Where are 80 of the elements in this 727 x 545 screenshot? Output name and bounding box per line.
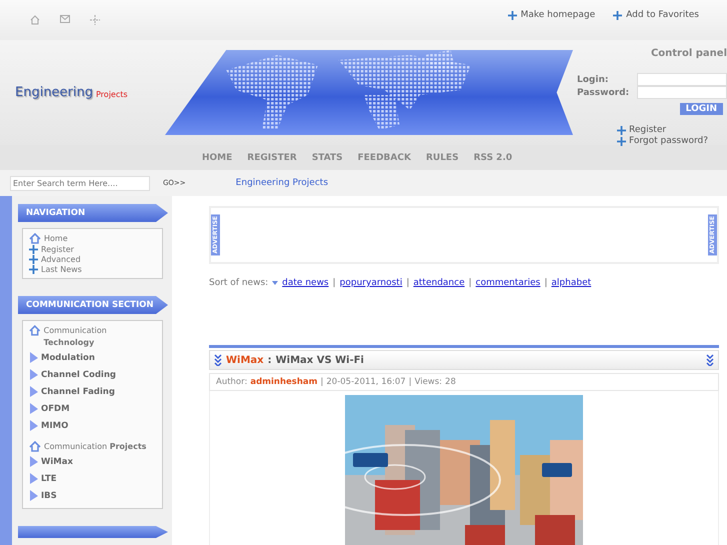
triangle-icon [29,473,38,484]
sort-link[interactable]: alphabet [551,278,592,288]
field-label: Login: [577,74,608,84]
sort-link[interactable]: date news [282,278,329,288]
menu-item[interactable]: FEEDBACK [358,152,411,162]
mail-icon[interactable] [60,15,70,23]
menu-item[interactable]: RULES [426,152,459,162]
separator: : [268,354,272,366]
triangle-icon [29,369,38,380]
plus-icon [29,255,38,264]
panel-title: Control panel [650,48,727,59]
plus-icon [613,10,622,20]
sidebar-link[interactable]: Channel Fading [41,386,115,396]
panel-link[interactable]: Register [629,125,666,136]
field-label: Password: [577,88,630,98]
menu-item[interactable]: HOME [202,152,232,162]
sort-link[interactable]: attendance [413,278,465,288]
meta-label: Author: [216,377,248,387]
login-button[interactable]: LOGIN [680,103,723,115]
house-icon [29,441,41,452]
plus-icon [508,10,517,20]
sidebar-link[interactable]: MIMO [41,420,68,430]
separator: | [332,278,336,288]
search-field[interactable]: Enter Search term Here.... [10,176,150,190]
triangle-icon [29,490,38,501]
sidebar-link[interactable]: WiMax [41,456,73,466]
top-link[interactable]: Make homepage [520,10,596,20]
top-link[interactable]: Add to Favorites [626,10,699,20]
triangle-icon [29,420,38,431]
plus-icon [29,245,38,254]
login-field[interactable] [637,73,727,86]
separator: | [468,278,472,288]
sidebar-link[interactable]: Last News [41,265,82,274]
sidebar-link[interactable]: Modulation [41,352,95,362]
crosshair-icon[interactable] [90,15,100,25]
chevrons-icon [706,354,714,366]
category-link[interactable]: WiMax [226,354,264,366]
plus-icon [617,126,626,135]
house-icon [29,325,41,336]
article-title[interactable]: WiMax VS Wi-Fi [276,354,364,366]
sidebar-link[interactable]: Channel Coding [41,370,116,380]
meta-label: Views: [414,377,442,387]
triangle-icon [29,403,38,414]
separator: | [320,377,324,387]
sidebar-link[interactable]: Register [41,245,74,254]
separator: | [544,278,548,288]
separator: | [408,377,412,387]
separator: | [406,278,410,288]
sort-link[interactable]: commentaries [476,278,540,288]
breadcrumb-link[interactable]: Engineering Projects [236,178,328,188]
logo-subtitle: Projects [96,90,128,99]
panel-link[interactable]: Forgot password? [629,136,708,147]
triangle-icon [29,456,38,467]
logo-text: Engineering [15,85,93,100]
author-link[interactable]: adminhesham [250,377,318,387]
menu-item[interactable]: STATS [312,152,343,162]
triangle-icon [29,386,38,397]
triangle-icon [29,352,38,363]
plus-icon [617,137,626,146]
caret-icon [272,281,278,285]
section-header: COMMUNICATION SECTION [18,296,168,314]
menu-item[interactable]: REGISTER [247,152,297,162]
sidebar-link[interactable]: LTE [41,474,57,484]
menu-item[interactable]: RSS 2.0 [474,152,512,162]
group-heading: Communication Technology [44,325,108,349]
sort-link[interactable]: popuryarnosti [340,278,402,288]
sidebar-link[interactable]: OFDM [41,404,70,414]
sort-label: Sort of news: [209,278,268,288]
chevrons-icon [214,354,222,366]
article-date: 20-05-2011, 16:07 [326,377,406,387]
sidebar-link[interactable]: IBS [41,490,57,500]
house-icon [29,233,41,244]
sidebar-link[interactable]: Advanced [41,255,81,264]
plus-icon [29,265,38,274]
password-field[interactable] [637,86,727,99]
sidebar-link[interactable]: Home [44,234,68,243]
views-count: 28 [445,377,456,387]
section-header: NAVIGATION [18,204,168,222]
home-icon[interactable] [30,15,40,25]
group-heading: Communication Projects [44,441,146,453]
